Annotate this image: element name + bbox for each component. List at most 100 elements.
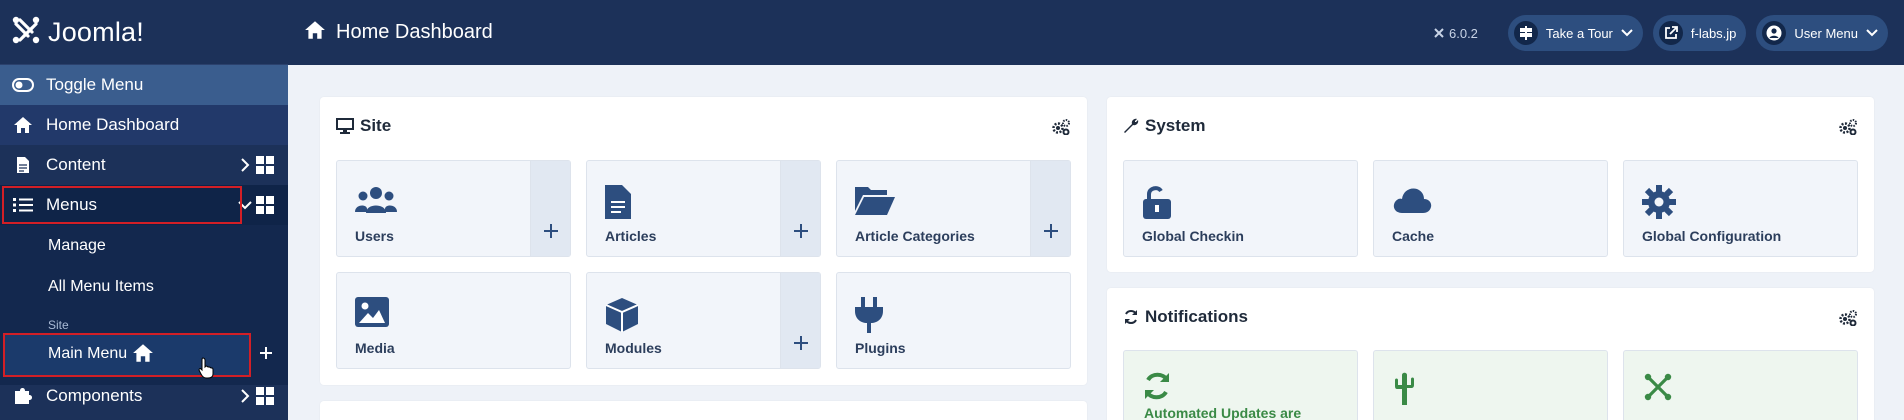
page-title: Home Dashboard — [304, 20, 493, 46]
highlight-box — [2, 186, 242, 224]
sidebar-item-home-dashboard[interactable]: Home Dashboard — [0, 105, 288, 145]
tile-users[interactable]: Users — [336, 160, 571, 257]
sidebar-item-menus[interactable]: Menus — [0, 185, 288, 225]
folder-open-icon — [855, 185, 895, 220]
sidebar-item-label: Components — [46, 386, 143, 405]
tile-label: Global Configuration — [1642, 228, 1782, 244]
site-card: Site Users Articles Article Categories M… — [320, 97, 1087, 385]
add-category-button[interactable] — [1030, 161, 1070, 256]
submenu-item-all-menu-items[interactable]: All Menu Items — [48, 278, 154, 296]
cogs-icon[interactable] — [1838, 310, 1858, 331]
file-alt-icon — [605, 185, 631, 224]
add-module-button[interactable] — [780, 273, 820, 368]
secondary-card — [320, 401, 1087, 420]
home-icon — [132, 343, 154, 368]
chevron-down-icon — [1621, 29, 1633, 37]
notification-automated-updates[interactable]: Automated Updates are — [1123, 350, 1358, 420]
unlock-icon — [1142, 185, 1172, 224]
file-icon — [12, 154, 34, 176]
external-link-icon — [1658, 21, 1683, 45]
tile-modules[interactable]: Modules — [586, 272, 821, 369]
user-circle-icon — [1762, 21, 1787, 45]
joomla-small-icon — [1433, 27, 1445, 39]
plus-icon — [1043, 223, 1059, 244]
dashboard-grid-icon[interactable] — [254, 194, 276, 216]
cactus-icon — [1392, 371, 1416, 410]
home-icon — [304, 20, 326, 46]
tile-label: Article Categories — [855, 228, 975, 244]
version-badge: 6.0.2 — [1433, 26, 1478, 41]
tile-articles[interactable]: Articles — [586, 160, 821, 257]
toggle-menu-label: Toggle Menu — [46, 75, 144, 94]
chevron-down-icon — [1866, 29, 1878, 37]
sync-icon — [1142, 371, 1172, 406]
tile-plugins[interactable]: Plugins — [836, 272, 1071, 369]
sidebar: Joomla! Toggle Menu Home Dashboard Conte… — [0, 0, 288, 420]
submenu-item-manage[interactable]: Manage — [48, 237, 106, 255]
site-link-label: f-labs.jp — [1690, 25, 1737, 41]
tile-label: Cache — [1392, 228, 1435, 244]
user-menu-button[interactable]: User Menu — [1756, 15, 1888, 51]
submenu-item-main-menu[interactable]: Main Menu — [0, 331, 288, 379]
plus-icon — [793, 335, 809, 356]
dashboard-grid-icon[interactable] — [254, 154, 276, 176]
site-card-title: Site — [336, 116, 391, 136]
user-menu-label: User Menu — [1794, 25, 1858, 41]
app-root: Joomla! Toggle Menu Home Dashboard Conte… — [0, 0, 1904, 420]
take-a-tour-label: Take a Tour — [1545, 25, 1613, 41]
logo[interactable]: Joomla! — [0, 0, 288, 65]
tile-article-categories[interactable]: Article Categories — [836, 160, 1071, 257]
desktop-icon — [336, 118, 354, 134]
tile-global-configuration[interactable]: Global Configuration — [1623, 160, 1858, 257]
add-user-button[interactable] — [530, 161, 570, 256]
joomla-icon — [1642, 371, 1674, 408]
submenu-heading-site: Site — [48, 318, 69, 332]
tile-label: Users — [355, 228, 394, 244]
tile-label: Automated Updates are — [1144, 405, 1302, 420]
notification-joomla[interactable] — [1623, 350, 1858, 420]
add-menu-item-icon[interactable] — [258, 345, 274, 366]
notification-cactus[interactable] — [1373, 350, 1608, 420]
header-actions: 6.0.2 Take a Tour f-labs.jp User Menu — [1433, 15, 1888, 51]
sidebar-item-content[interactable]: Content — [0, 145, 288, 185]
cloud-icon — [1392, 185, 1432, 218]
system-card-title: System — [1123, 116, 1205, 136]
view-site-button[interactable]: f-labs.jp — [1652, 15, 1747, 51]
version-text: 6.0.2 — [1449, 25, 1478, 41]
tile-label: Plugins — [855, 340, 906, 356]
tile-global-checkin[interactable]: Global Checkin — [1123, 160, 1358, 257]
sidebar-item-label: Content — [46, 155, 106, 174]
notifications-card-title: Notifications — [1123, 307, 1248, 327]
logo-text: Joomla! — [48, 16, 144, 47]
joomla-logo-icon — [10, 14, 42, 51]
notifications-card: Notifications Automated Updates are — [1107, 288, 1874, 420]
tile-label: Media — [355, 340, 395, 356]
cogs-icon[interactable] — [1051, 119, 1071, 140]
main-menu-label: Main Menu — [48, 345, 128, 362]
notifications-card-title-text: Notifications — [1145, 307, 1248, 326]
home-icon — [12, 114, 34, 136]
signs-post-icon — [1513, 21, 1538, 45]
plus-icon — [543, 223, 559, 244]
sidebar-item-label: Home Dashboard — [46, 115, 180, 134]
dashboard-grid-icon[interactable] — [254, 385, 276, 407]
add-article-button[interactable] — [780, 161, 820, 256]
users-icon — [355, 185, 397, 222]
toggle-menu-button[interactable]: Toggle Menu — [0, 65, 288, 105]
chevron-right-icon — [238, 389, 252, 403]
cube-icon — [605, 297, 639, 338]
wrench-icon — [1123, 118, 1139, 134]
chevron-right-icon — [238, 158, 252, 172]
sidebar-item-components[interactable]: Components — [0, 376, 288, 416]
cogs-icon[interactable] — [1838, 119, 1858, 140]
tile-label: Modules — [605, 340, 662, 356]
cog-icon — [1642, 185, 1676, 224]
tile-media[interactable]: Media — [336, 272, 571, 369]
tile-label: Global Checkin — [1142, 228, 1244, 244]
page-title-text: Home Dashboard — [336, 21, 493, 43]
plug-icon — [855, 297, 883, 338]
tile-cache[interactable]: Cache — [1373, 160, 1608, 257]
plus-icon — [793, 223, 809, 244]
take-a-tour-button[interactable]: Take a Tour — [1507, 15, 1643, 51]
image-icon — [355, 297, 389, 332]
